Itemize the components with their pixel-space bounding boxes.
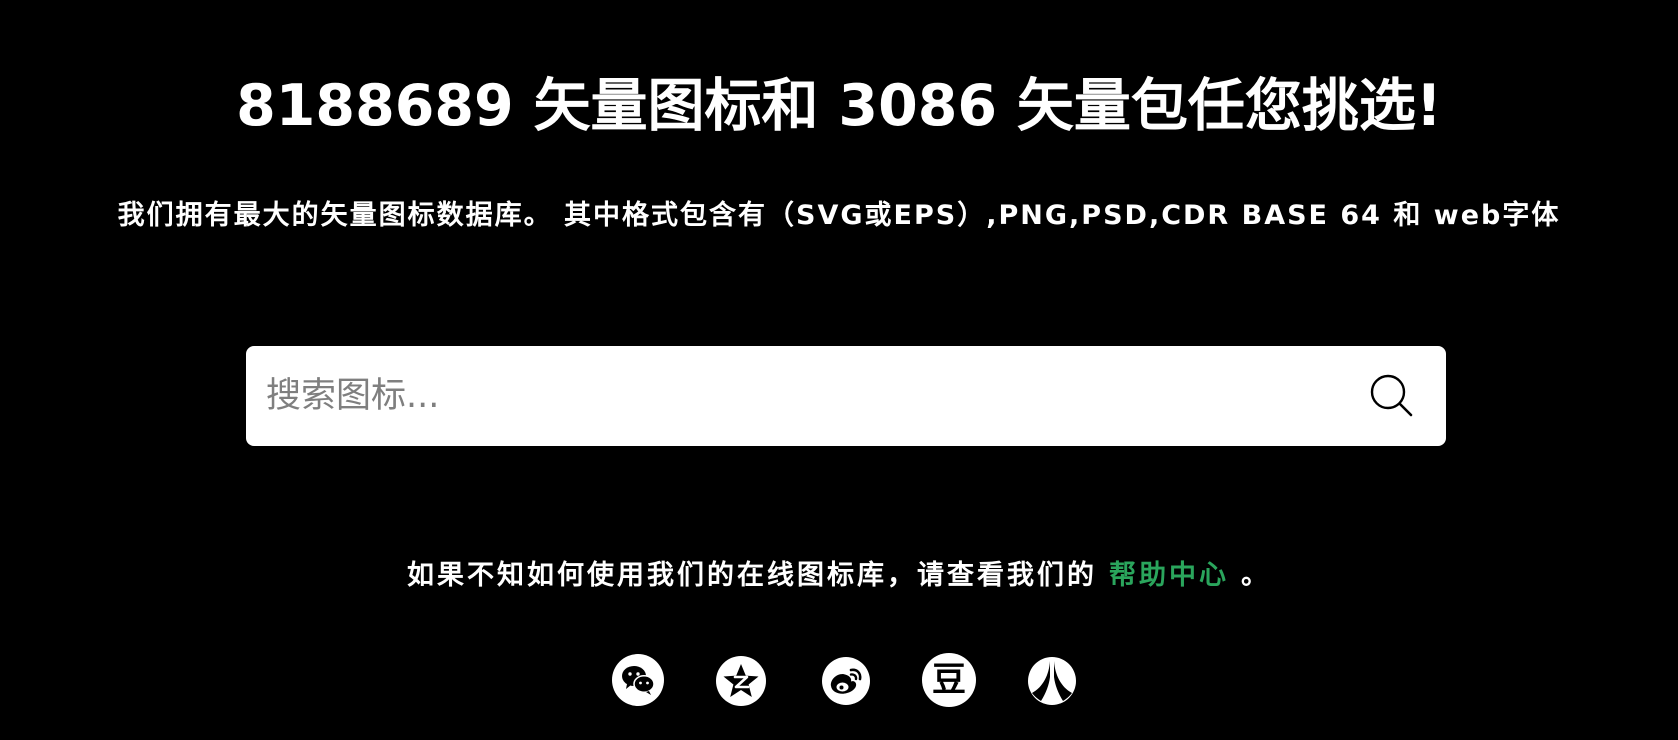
search-icon [1370,374,1413,417]
help-prefix: 如果不知如何使用我们的在线图标库，请查看我们的 [407,560,1097,591]
search-button[interactable] [1362,366,1422,426]
help-text: 如果不知如何使用我们的在线图标库，请查看我们的 帮助中心。 [0,556,1678,596]
search-input[interactable] [266,366,1362,426]
qzone-icon [723,664,759,697]
douban-icon: 豆 [932,660,966,700]
share-wechat-button[interactable] [612,654,664,706]
weibo-icon [830,668,862,694]
share-douban-button[interactable]: 豆 [922,653,976,707]
share-qzone-button[interactable] [716,656,766,706]
help-center-link[interactable]: 帮助中心 [1109,560,1229,591]
help-suffix: 。 [1241,560,1271,591]
social-share-bar: 豆 [0,652,1678,710]
hero-subline: 我们拥有最大的矢量图标数据库。 其中格式包含有（SVG或EPS）,PNG,PSD… [117,200,1561,231]
wechat-icon [622,666,655,695]
share-weibo-button[interactable] [822,657,870,705]
search-bar [246,346,1446,446]
share-renren-button[interactable] [1028,657,1076,705]
hero-headline: 8188689 矢量图标和 3086 矢量包任您挑选! [236,73,1442,139]
renren-icon [1032,661,1072,701]
hero-section: 8188689 矢量图标和 3086 矢量包任您挑选! 我们拥有最大的矢量图标数… [0,0,1678,740]
